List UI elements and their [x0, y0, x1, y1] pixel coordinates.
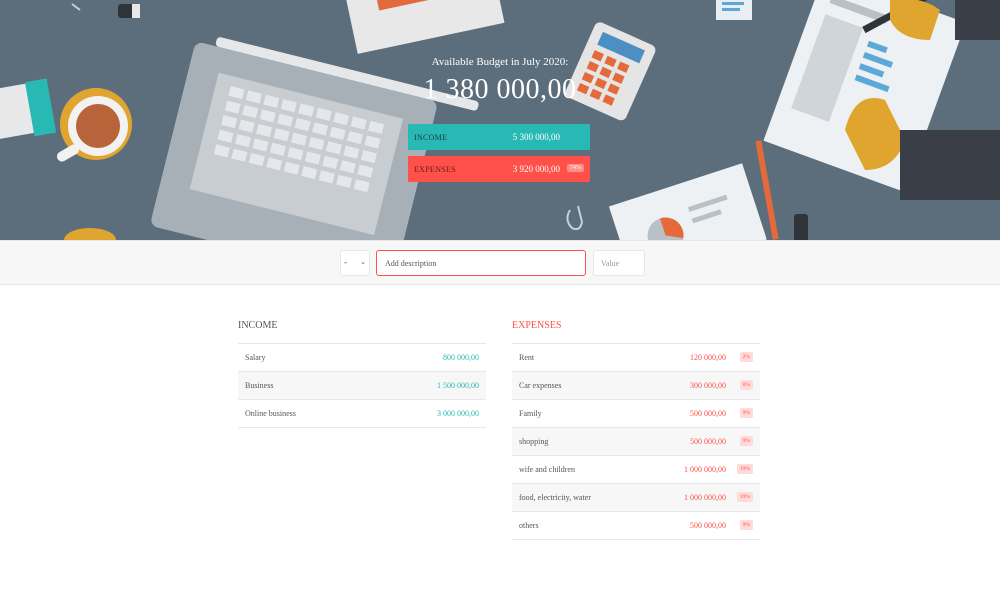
income-summary-label: INCOME	[414, 133, 448, 142]
income-item[interactable]: Salary 800 000,00	[238, 344, 486, 372]
expense-item-description: others	[519, 521, 539, 530]
expenses-summary-value: 3 920 000,00	[512, 164, 560, 174]
income-item[interactable]: Online business 3 000 000,00	[238, 400, 486, 428]
expense-item-percentage: 19%	[736, 464, 753, 474]
expense-item-description: Rent	[519, 353, 535, 362]
expense-item-description: shopping	[519, 437, 549, 446]
income-list: INCOME Salary 800 000,00 Business 1 500 …	[238, 320, 486, 428]
value-input[interactable]	[593, 250, 645, 276]
expense-item[interactable]: shopping 500 000,00 9%	[512, 428, 760, 456]
expense-item-description: food, electricity, water	[519, 493, 591, 502]
expense-item-percentage: 6%	[739, 380, 753, 390]
add-entry-bar: - ⌄	[0, 240, 1000, 285]
expense-item[interactable]: Family 500 000,00 9%	[512, 400, 760, 428]
expense-item[interactable]: Car expenses 300 000,00 6%	[512, 372, 760, 400]
type-select[interactable]: - ⌄	[340, 250, 370, 276]
expense-item-percentage: 9%	[739, 436, 753, 446]
expense-item[interactable]: wife and children 1 000 000,00 19%	[512, 456, 760, 484]
income-item-description: Salary	[245, 353, 266, 362]
expense-item-description: Family	[519, 409, 542, 418]
income-list-title: INCOME	[238, 320, 486, 344]
income-item-description: Online business	[245, 409, 296, 418]
income-item[interactable]: Business 1 500 000,00	[238, 372, 486, 400]
income-item-value: 1 500 000,00	[437, 381, 479, 390]
expenses-summary: EXPENSES 3 920 000,00 74%	[408, 156, 590, 182]
expense-item-value: 300 000,00	[690, 381, 726, 390]
income-summary-value: 5 300 000,00	[512, 132, 560, 142]
expense-item-description: Car expenses	[519, 381, 562, 390]
expense-item-value: 500 000,00	[690, 437, 726, 446]
expense-item-description: wife and children	[519, 465, 575, 474]
expense-item-percentage: 9%	[739, 408, 753, 418]
available-budget-value: 1 380 000,00	[423, 74, 577, 105]
description-input[interactable]	[376, 250, 586, 276]
expense-item[interactable]: Rent 120 000,00 2%	[512, 344, 760, 372]
expense-item-percentage: 2%	[739, 352, 753, 362]
expense-item[interactable]: food, electricity, water 1 000 000,00 19…	[512, 484, 760, 512]
expenses-summary-label: EXPENSES	[414, 165, 456, 174]
expense-item[interactable]: others 500 000,00 9%	[512, 512, 760, 540]
expense-item-value: 500 000,00	[690, 521, 726, 530]
expense-item-percentage: 9%	[739, 520, 753, 530]
budget-title: Available Budget in July 2020:	[431, 56, 569, 68]
type-select-value: -	[344, 257, 347, 267]
expense-item-value: 1 000 000,00	[684, 465, 726, 474]
income-item-description: Business	[245, 381, 274, 390]
income-summary: INCOME 5 300 000,00	[408, 124, 590, 150]
budget-summary: Available Budget in July 2020: 1 380 000…	[0, 0, 1000, 240]
chevron-down-icon: ⌄	[360, 258, 366, 266]
expense-item-value: 120 000,00	[690, 353, 726, 362]
income-item-value: 3 000 000,00	[437, 409, 479, 418]
expense-item-value: 1 000 000,00	[684, 493, 726, 502]
expenses-summary-percentage: 74%	[567, 164, 584, 172]
expense-item-value: 500 000,00	[690, 409, 726, 418]
expenses-list-title: EXPENSES	[512, 320, 760, 344]
expenses-list: EXPENSES Rent 120 000,00 2% Car expenses…	[512, 320, 760, 540]
expense-item-percentage: 19%	[736, 492, 753, 502]
income-item-value: 800 000,00	[443, 353, 479, 362]
budget-header: Available Budget in July 2020: 1 380 000…	[0, 0, 1000, 240]
